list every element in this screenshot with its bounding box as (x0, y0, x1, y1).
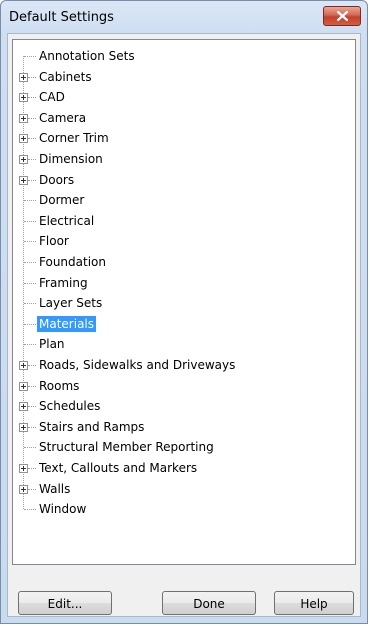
expand-icon[interactable] (19, 484, 28, 494)
expand-icon[interactable] (19, 113, 28, 123)
close-icon (337, 11, 348, 21)
tree-item[interactable]: Dormer (13, 190, 355, 210)
window-title: Default Settings (9, 10, 114, 25)
tree-item[interactable]: Materials (13, 314, 355, 334)
default-settings-dialog: Default Settings Annotation Sets Cabinets… (0, 0, 368, 624)
tree-item[interactable]: Schedules (13, 396, 355, 416)
tree-item-label: Camera (39, 110, 87, 125)
tree-item[interactable]: Cabinets (13, 67, 355, 87)
tree-item-label: Structural Member Reporting (39, 440, 214, 455)
tree-item[interactable]: Layer Sets (13, 293, 355, 313)
tree-item[interactable]: Plan (13, 334, 355, 354)
tree-item-label: Roads, Sidewalks and Driveways (39, 358, 236, 372)
tree-connector (28, 117, 36, 119)
tree-item[interactable]: Structural Member Reporting (13, 437, 355, 457)
tree-item[interactable]: Electrical (13, 211, 355, 231)
tree-item-label: Annotation Sets (39, 49, 135, 63)
tree-item-label: Corner Trim (39, 131, 109, 146)
tree-connector (28, 76, 36, 78)
settings-tree[interactable]: Annotation Sets Cabinets CAD Camera Corner T… (12, 39, 356, 565)
close-button[interactable] (323, 6, 361, 26)
tree-connector (24, 509, 36, 511)
expand-icon[interactable] (19, 72, 28, 82)
tree-item[interactable]: Roads, Sidewalks and Driveways (13, 355, 355, 375)
tree-item-label: Doors (39, 172, 75, 187)
tree-connector (28, 406, 36, 408)
tree-item-label: Window (39, 502, 87, 517)
tree-item-label: Dormer (39, 193, 85, 208)
expand-icon[interactable] (19, 402, 28, 412)
tree-item[interactable]: Annotation Sets (13, 46, 355, 66)
tree-connector (24, 241, 36, 243)
tree-item-label: Dimension (39, 152, 103, 166)
expand-icon[interactable] (19, 134, 28, 144)
tree-item[interactable]: Foundation (13, 252, 355, 272)
tree-item-label: Foundation (39, 255, 106, 269)
tree-connector (24, 56, 36, 57)
tree-connector (28, 159, 36, 160)
tree-connector (28, 488, 36, 490)
expand-icon[interactable] (19, 175, 28, 185)
edit-button[interactable]: Edit... (18, 591, 112, 615)
tree-item[interactable]: Dimension (13, 149, 355, 169)
tree-connector (28, 426, 36, 428)
tree-item-label: Walls (39, 481, 71, 496)
tree-item-label: Materials (37, 315, 97, 332)
tree-connector (24, 303, 36, 305)
tree-item-label: CAD (39, 90, 65, 105)
expand-icon[interactable] (19, 422, 28, 432)
tree-item[interactable]: Stairs and Ramps (13, 417, 355, 437)
tree-connector (24, 282, 36, 284)
tree-connector (24, 344, 36, 346)
tree-connector (28, 97, 36, 99)
tree-connector (28, 365, 36, 366)
tree-item[interactable]: Walls (13, 479, 355, 499)
dialog-body: Annotation Sets Cabinets CAD Camera Corner T… (7, 33, 361, 617)
tree-connector (28, 179, 36, 181)
expand-icon[interactable] (19, 93, 28, 103)
tree-connector (28, 385, 36, 387)
help-button[interactable]: Help (274, 591, 354, 615)
tree-item-label: Floor (39, 234, 69, 249)
tree-item-label: Text, Callouts and Markers (39, 461, 198, 475)
tree-item-label: Layer Sets (39, 296, 103, 311)
tree-connector (24, 220, 36, 222)
tree-connector (24, 447, 36, 449)
tree-item[interactable]: CAD (13, 87, 355, 107)
expand-icon[interactable] (19, 381, 28, 391)
expand-icon[interactable] (19, 464, 28, 473)
tree-item[interactable]: Corner Trim (13, 128, 355, 148)
tree-item-label: Rooms (39, 378, 80, 393)
tree-item-label: Stairs and Ramps (39, 419, 145, 434)
tree-item[interactable]: Text, Callouts and Markers (13, 458, 355, 478)
tree-connector (24, 323, 36, 325)
tree-item-label: Schedules (39, 399, 101, 414)
expand-icon[interactable] (19, 361, 28, 370)
tree-item[interactable]: Window (13, 499, 355, 519)
tree-connector (24, 262, 36, 263)
tree-item[interactable]: Doors (13, 170, 355, 190)
tree-item-label: Plan (39, 337, 65, 352)
tree-connector (28, 138, 36, 140)
tree-item[interactable]: Framing (13, 273, 355, 293)
tree-connector (24, 200, 36, 202)
tree-item-label: Cabinets (39, 69, 92, 84)
tree-item[interactable]: Floor (13, 231, 355, 251)
expand-icon[interactable] (19, 155, 28, 164)
tree-item-label: Framing (39, 275, 88, 290)
done-button[interactable]: Done (162, 591, 256, 615)
tree-item[interactable]: Camera (13, 108, 355, 128)
tree-connector (28, 468, 36, 469)
tree-item-label: Electrical (39, 213, 95, 228)
title-bar[interactable]: Default Settings (1, 1, 367, 33)
tree-item[interactable]: Rooms (13, 376, 355, 396)
